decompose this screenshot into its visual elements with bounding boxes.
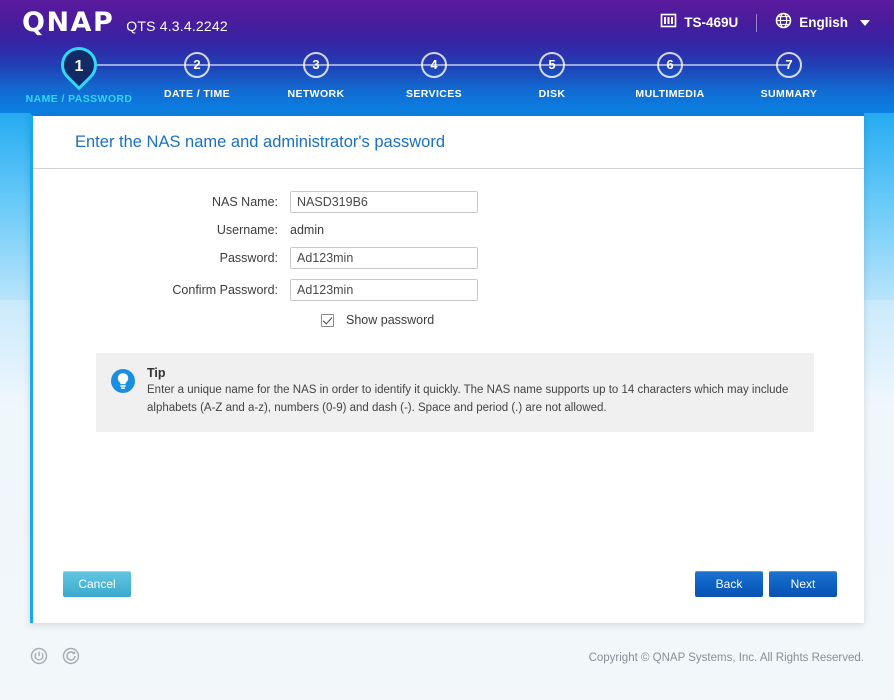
nas-rack-icon: [660, 12, 677, 34]
nas-model-indicator: TS-469U: [660, 12, 738, 34]
step-number: 5: [539, 52, 565, 78]
chevron-down-icon[interactable]: [860, 20, 870, 26]
step-number: 6: [657, 52, 683, 78]
lightbulb-icon: [110, 368, 136, 418]
header-right-group: TS-469U English: [660, 12, 870, 34]
step-number: 3: [303, 52, 329, 78]
language-label: English: [799, 15, 848, 30]
setup-step-indicator: 1 NAME / PASSWORD 2 DATE / TIME 3 NETWOR…: [0, 45, 894, 113]
step-number: 7: [776, 52, 802, 78]
brand-logo: QNAP QTS 4.3.4.2242: [22, 7, 228, 38]
confirm-password-label: Confirm Password:: [33, 283, 290, 297]
step-number: 2: [184, 52, 210, 78]
confirm-password-row: Confirm Password:: [33, 279, 864, 301]
tip-title: Tip: [147, 366, 798, 380]
power-icon[interactable]: [30, 647, 48, 670]
language-selector[interactable]: English: [775, 12, 870, 34]
footer-icon-group: [30, 647, 80, 670]
header-top-bar: QNAP QTS 4.3.4.2242 TS-469U: [0, 0, 894, 45]
page-footer: Copyright © QNAP Systems, Inc. All Right…: [0, 636, 894, 680]
copyright-text: Copyright © QNAP Systems, Inc. All Right…: [589, 652, 864, 664]
show-password-row: Show password: [33, 313, 864, 327]
nas-model-label: TS-469U: [684, 15, 738, 30]
tip-box: Tip Enter a unique name for the NAS in o…: [96, 353, 814, 432]
back-button[interactable]: Back: [695, 571, 763, 597]
qts-version-label: QTS 4.3.4.2242: [126, 18, 228, 34]
password-input[interactable]: [290, 247, 478, 269]
show-password-checkbox[interactable]: [321, 314, 334, 327]
step-label: SUMMARY: [709, 88, 869, 100]
nas-name-input[interactable]: [290, 191, 478, 213]
qnap-wordmark: QNAP: [22, 7, 114, 38]
navigation-button-group: Back Next: [695, 571, 837, 597]
password-label: Password:: [33, 251, 290, 265]
username-value: admin: [290, 223, 324, 237]
username-label: Username:: [33, 223, 290, 237]
restart-icon[interactable]: [62, 647, 80, 670]
next-button[interactable]: Next: [769, 571, 837, 597]
tip-body: Tip Enter a unique name for the NAS in o…: [147, 366, 798, 418]
cancel-button[interactable]: Cancel: [63, 571, 131, 597]
nas-name-label: NAS Name:: [33, 195, 290, 209]
header-divider: [756, 14, 757, 32]
step-item-7[interactable]: 7 SUMMARY: [709, 45, 869, 100]
panel-title-bar: Enter the NAS name and administrator's p…: [33, 116, 864, 169]
tip-text: Enter a unique name for the NAS in order…: [147, 382, 798, 418]
nas-name-row: NAS Name:: [33, 191, 864, 213]
password-row: Password:: [33, 247, 864, 269]
show-password-label: Show password: [346, 313, 434, 327]
step-number: 1: [61, 47, 97, 83]
nas-setup-form: NAS Name: Username: admin Password: Conf…: [33, 169, 864, 432]
page-title: Enter the NAS name and administrator's p…: [75, 133, 445, 152]
globe-icon: [775, 12, 792, 34]
panel-button-bar: Cancel Back Next: [33, 571, 864, 597]
username-row: Username: admin: [33, 223, 864, 237]
app-header: QNAP QTS 4.3.4.2242 TS-469U: [0, 0, 894, 113]
confirm-password-input[interactable]: [290, 279, 478, 301]
setup-panel: Enter the NAS name and administrator's p…: [30, 113, 864, 623]
step-number: 4: [421, 52, 447, 78]
